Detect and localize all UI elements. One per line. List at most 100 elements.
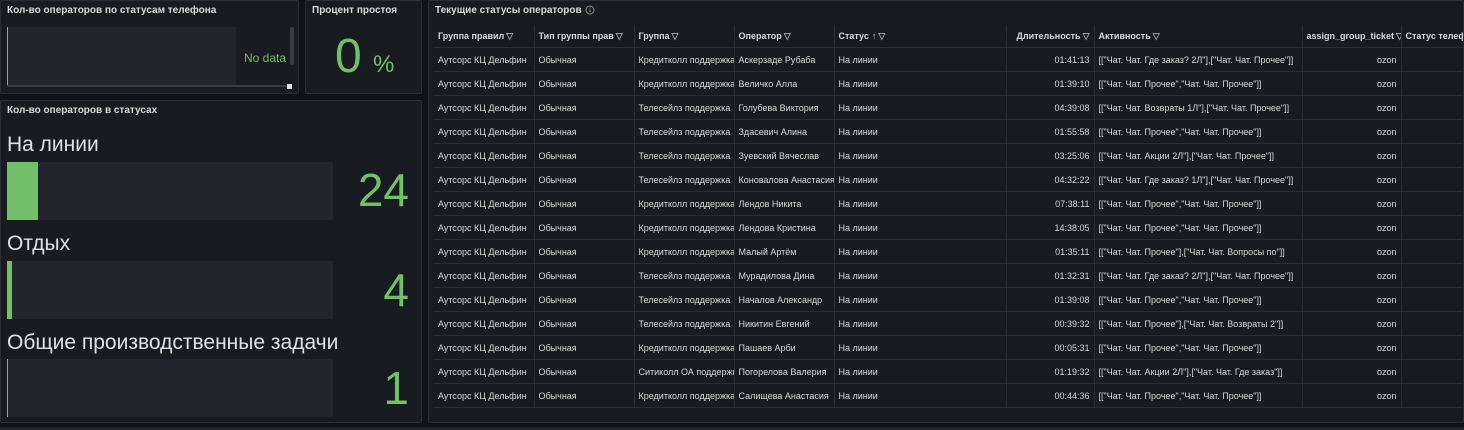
info-icon[interactable] xyxy=(585,5,595,15)
table-cell: 04:32:22 xyxy=(1006,167,1095,192)
table-cell: На линии xyxy=(834,143,1007,168)
table-cell: 07:38:11 xyxy=(1006,191,1095,216)
panel-title[interactable]: Кол-во операторов по статусам телефона xyxy=(7,5,216,16)
table-cell: ozon xyxy=(1302,335,1402,360)
bar-fill xyxy=(7,162,38,220)
table-cell: Салищева Анастасия xyxy=(734,383,835,408)
table-cell: Кредитколл поддержка xyxy=(634,71,735,96)
table-cell: [["Чат. Чат. Прочее","Чат. Чат. Прочее"]… xyxy=(1094,215,1303,240)
col-header-activity[interactable]: Активность ▽ xyxy=(1094,25,1303,48)
table-cell: Аутсорс КЦ Дельфин xyxy=(434,335,535,360)
filter-icon[interactable]: ▽ xyxy=(1083,31,1090,41)
bar-gauge-on-line xyxy=(7,162,333,220)
table-cell: Началов Александр xyxy=(734,287,835,312)
table-cell xyxy=(1401,119,1463,144)
table-row[interactable]: Аутсорс КЦ Дельфин Обычная Кредитколл подд… xyxy=(434,71,1463,96)
table-cell xyxy=(1401,383,1463,408)
col-header-operator[interactable]: Оператор ▽ xyxy=(734,25,835,48)
table-cell: 01:19:32 xyxy=(1006,359,1095,384)
table-row[interactable]: Аутсорс КЦ Дельфин Обычная Телесейлз подде… xyxy=(434,119,1463,144)
table-cell: Обычная xyxy=(534,263,635,288)
table-row[interactable]: Аутсорс КЦ Дельфин Обычная Кредитколл подд… xyxy=(434,383,1463,408)
table-cell: ozon xyxy=(1302,71,1402,96)
table-cell: 01:39:10 xyxy=(1006,71,1095,96)
panel-title[interactable]: Процент простоя xyxy=(312,5,397,16)
resize-handle[interactable] xyxy=(287,84,292,89)
table-row[interactable]: Аутсорс КЦ Дельфин Обычная Кредитколл подд… xyxy=(434,215,1463,240)
table-cell: 01:55:58 xyxy=(1006,119,1095,144)
table-cell: 01:41:13 xyxy=(1006,47,1095,72)
idle-percent-panel: Процент простоя 0 % xyxy=(305,0,422,94)
table-cell: Малый Артём xyxy=(734,239,835,264)
vertical-scrollbar[interactable] xyxy=(290,27,294,65)
table-row[interactable]: Аутсорс КЦ Дельфин Обычная Кредитколл подд… xyxy=(434,335,1463,360)
table-cell: 00:44:36 xyxy=(1006,383,1095,408)
col-header-group[interactable]: Группа ▽ xyxy=(634,25,735,48)
table-cell: Телесейлз поддержка xyxy=(634,287,735,312)
col-header-group-type[interactable]: Тип группы прав ▽ xyxy=(534,25,635,48)
table-cell: 00:39:32 xyxy=(1006,311,1095,336)
table-cell: На линии xyxy=(834,215,1007,240)
table-row[interactable]: Аутсорс КЦ Дельфин Обычная Телесейлз подде… xyxy=(434,287,1463,312)
table-row[interactable]: Аутсорс КЦ Дельфин Обычная Ситиколл ОА под… xyxy=(434,359,1463,384)
table-cell: На линии xyxy=(834,383,1007,408)
horizontal-scrollbar[interactable] xyxy=(7,85,287,87)
filter-icon[interactable]: ▽ xyxy=(784,31,791,41)
table-cell: ozon xyxy=(1302,311,1402,336)
table-row[interactable]: Аутсорс КЦ Дельфин Обычная Телесейлз подде… xyxy=(434,167,1463,192)
table-cell xyxy=(1401,95,1463,120)
table-cell: Кредитколл поддержка xyxy=(634,191,735,216)
table-cell: ozon xyxy=(1302,143,1402,168)
table-cell: [["Чат. Чат. Где заказ? 1Л"],["Чат. Чат.… xyxy=(1094,167,1303,192)
table-cell: Пашаев Арби xyxy=(734,335,835,360)
table-cell: 01:39:08 xyxy=(1006,287,1095,312)
table-cell xyxy=(1401,167,1463,192)
col-header-rule-group[interactable]: Группа правил ▽ xyxy=(434,25,535,48)
table-cell: [["Чат. Чат. Прочее","Чат. Чат. Прочее"]… xyxy=(1094,383,1303,408)
table-cell xyxy=(1401,191,1463,216)
sort-asc-icon[interactable]: ↑ xyxy=(872,31,877,41)
table-cell: [["Чат. Чат. Прочее","Чат. Чат. Прочее"]… xyxy=(1094,71,1303,96)
table-cell: Кредитколл поддержка xyxy=(634,239,735,264)
table-cell: Обычная xyxy=(534,95,635,120)
filter-icon[interactable]: ▽ xyxy=(672,31,679,41)
table-cell: Кредитколл поддержка xyxy=(634,383,735,408)
table-cell xyxy=(1401,239,1463,264)
table-cell: Зуевский Вячеслав xyxy=(734,143,835,168)
table-cell: [["Чат. Чат. Возвраты 1Л"],["Чат. Чат. П… xyxy=(1094,95,1303,120)
table-row[interactable]: Аутсорс КЦ Дельфин Обычная Телесейлз подде… xyxy=(434,95,1463,120)
current-operator-statuses-panel: Текущие статусы операторов Группа правил… xyxy=(428,0,1464,423)
filter-icon[interactable]: ▽ xyxy=(878,31,885,41)
table-cell: Обычная xyxy=(534,359,635,384)
bar-fill xyxy=(7,359,8,417)
col-header-duration[interactable]: Длительность ▽ xyxy=(1006,25,1095,48)
filter-icon[interactable]: ▽ xyxy=(616,31,623,41)
table-row[interactable]: Аутсорс КЦ Дельфин Обычная Телесейлз подде… xyxy=(434,143,1463,168)
table-cell: ozon xyxy=(1302,119,1402,144)
table-cell: Телесейлз поддержка xyxy=(634,95,735,120)
bar-fill xyxy=(7,261,12,319)
table-cell: 14:38:05 xyxy=(1006,215,1095,240)
filter-icon[interactable]: ▽ xyxy=(1396,31,1400,41)
table-cell: Телесейлз поддержка xyxy=(634,143,735,168)
table-row[interactable]: Аутсорс КЦ Дельфин Обычная Кредитколл подд… xyxy=(434,47,1463,72)
table-cell: Кредитколл поддержка xyxy=(634,335,735,360)
panel-title[interactable]: Текущие статусы операторов xyxy=(435,5,582,16)
table-cell: Аутсорс КЦ Дельфин xyxy=(434,191,535,216)
col-header-phone-status[interactable]: Статус телефона xyxy=(1401,25,1463,48)
table-cell: [["Чат. Чат. Прочее","Чат. Чат. Прочее"]… xyxy=(1094,191,1303,216)
table-cell: Аутсорс КЦ Дельфин xyxy=(434,239,535,264)
filter-icon[interactable]: ▽ xyxy=(1153,31,1160,41)
filter-icon[interactable]: ▽ xyxy=(506,31,513,41)
table-cell: На линии xyxy=(834,359,1007,384)
table-row[interactable]: Аутсорс КЦ Дельфин Обычная Телесейлз подде… xyxy=(434,263,1463,288)
table-cell: Погорелова Валерия xyxy=(734,359,835,384)
table-row[interactable]: Аутсорс КЦ Дельфин Обычная Кредитколл подд… xyxy=(434,191,1463,216)
col-header-status[interactable]: Статус ↑ ▽ xyxy=(834,25,1007,48)
table-row[interactable]: Аутсорс КЦ Дельфин Обычная Телесейлз подде… xyxy=(434,311,1463,336)
stat-value: 0 xyxy=(335,30,362,83)
panel-title[interactable]: Кол-во операторов в статусах xyxy=(7,105,157,116)
table-cell: 01:35:11 xyxy=(1006,239,1095,264)
col-header-assign-group-ticket[interactable]: assign_group_ticket▽ xyxy=(1302,25,1402,48)
table-row[interactable]: Аутсорс КЦ Дельфин Обычная Кредитколл подд… xyxy=(434,239,1463,264)
